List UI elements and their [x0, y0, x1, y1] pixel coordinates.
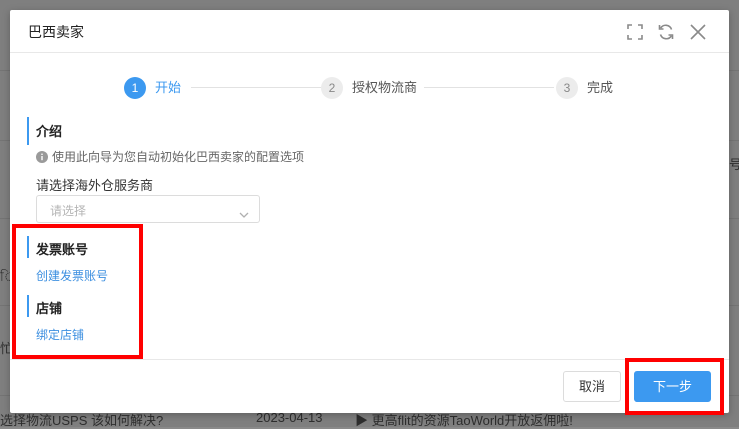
footer-divider	[10, 359, 729, 360]
dialog-header: 巴西卖家	[10, 10, 729, 53]
intro-info-text: 使用此向导为您自动初始化巴西卖家的配置选项	[52, 150, 305, 164]
step-connector	[424, 87, 554, 88]
step-1-number: 1	[124, 77, 146, 99]
step-3-number: 3	[556, 77, 578, 99]
close-icon[interactable]	[688, 22, 708, 42]
highlight-box-next	[625, 358, 724, 415]
highlight-box-sections	[12, 224, 143, 359]
provider-select-placeholder: 请选择	[50, 204, 87, 218]
step-1-label: 开始	[155, 80, 182, 95]
step-3-label: 完成	[587, 80, 614, 95]
intro-info: 使用此向导为您自动初始化巴西卖家的配置选项	[36, 148, 304, 165]
fullscreen-icon[interactable]	[625, 22, 645, 42]
chevron-down-icon	[239, 205, 249, 218]
wizard-steps: 1 开始 2 授权物流商 3 完成	[10, 76, 729, 102]
step-2-number: 2	[321, 77, 343, 99]
info-icon	[36, 150, 48, 163]
step-connector	[191, 87, 323, 88]
step-2-label: 授权物流商	[352, 80, 418, 95]
dialog-title: 巴西卖家	[28, 24, 84, 40]
provider-select[interactable]: 请选择	[36, 195, 260, 223]
intro-heading: 介绍	[36, 124, 63, 139]
refresh-icon[interactable]	[656, 22, 676, 42]
provider-label: 请选择海外仓服务商	[36, 178, 154, 193]
cancel-button[interactable]: 取消	[563, 371, 621, 402]
background-text: 号	[729, 157, 739, 172]
